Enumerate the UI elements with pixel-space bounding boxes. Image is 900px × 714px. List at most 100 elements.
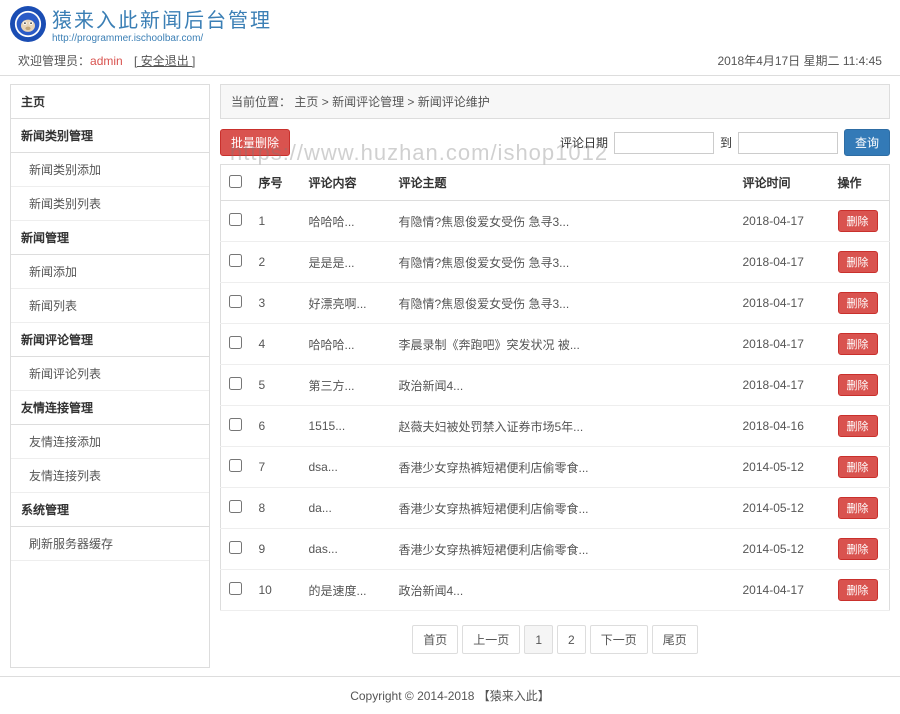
content: 当前位置： 主页 > 新闻评论管理 > 新闻评论维护 批量删除 评论日期 到 查… [220,84,890,668]
row-checkbox[interactable] [229,418,242,431]
cell-time: 2014-05-12 [735,447,830,488]
sidebar-group-title[interactable]: 主页 [11,85,209,119]
logout-link[interactable]: [ 安全退出 ] [134,54,195,68]
table-row: 5第三方...政治新闻4...2018-04-17 删除 [221,365,890,406]
cell-content: 第三方... [301,365,391,406]
cell-content: 哈哈哈... [301,324,391,365]
cell-topic: 香港少女穿热裤短裙便利店偷零食... [391,447,735,488]
cell-topic: 赵薇夫妇被处罚禁入证券市场5年... [391,406,735,447]
sidebar-item[interactable]: 新闻评论列表 [11,357,209,391]
breadcrumb-link[interactable]: 主页 [294,95,318,109]
cell-content: da... [301,488,391,529]
cell-topic: 政治新闻4... [391,570,735,611]
sidebar-item[interactable]: 刷新服务器缓存 [11,527,209,561]
row-checkbox[interactable] [229,500,242,513]
cell-time: 2018-04-17 [735,283,830,324]
sidebar-item[interactable]: 友情连接列表 [11,459,209,493]
delete-button[interactable]: 删除 [838,251,878,273]
sidebar-group-title[interactable]: 系统管理 [11,493,209,527]
cell-seq: 2 [251,242,301,283]
footer: Copyright © 2014-2018 【猿来入此】 [0,676,900,714]
th-content: 评论内容 [301,165,391,201]
delete-button[interactable]: 删除 [838,374,878,396]
sidebar-item[interactable]: 友情连接添加 [11,425,209,459]
logo-icon [10,6,46,42]
sidebar-group-title[interactable]: 新闻类别管理 [11,119,209,153]
cell-content: dsa... [301,447,391,488]
sidebar-item[interactable]: 新闻添加 [11,255,209,289]
cell-seq: 8 [251,488,301,529]
page-next[interactable]: 下一页 [590,625,648,654]
sidebar-group-title[interactable]: 新闻管理 [11,221,209,255]
table-row: 2是是是...有隐情?焦恩俊爱女受伤 急寻3...2018-04-17 删除 [221,242,890,283]
cell-time: 2018-04-16 [735,406,830,447]
cell-time: 2018-04-17 [735,365,830,406]
table-row: 8da...香港少女穿热裤短裙便利店偷零食...2014-05-12 删除 [221,488,890,529]
cell-content: 哈哈哈... [301,201,391,242]
page-prev[interactable]: 上一页 [462,625,520,654]
delete-button[interactable]: 删除 [838,579,878,601]
row-checkbox[interactable] [229,541,242,554]
cell-content: 是是是... [301,242,391,283]
row-checkbox[interactable] [229,213,242,226]
th-op: 操作 [830,165,890,201]
batch-delete-button[interactable]: 批量删除 [220,129,290,156]
page-first[interactable]: 首页 [412,625,458,654]
delete-button[interactable]: 删除 [838,538,878,560]
cell-topic: 政治新闻4... [391,365,735,406]
admin-name: admin [90,54,123,68]
cell-topic: 香港少女穿热裤短裙便利店偷零食... [391,488,735,529]
sidebar-item[interactable]: 新闻类别添加 [11,153,209,187]
cell-time: 2014-05-12 [735,488,830,529]
sidebar: 主页新闻类别管理新闻类别添加新闻类别列表新闻管理新闻添加新闻列表新闻评论管理新闻… [10,84,210,668]
sidebar-group-title[interactable]: 新闻评论管理 [11,323,209,357]
cell-time: 2018-04-17 [735,242,830,283]
date-filter: 评论日期 到 查询 [560,129,890,156]
toolbar: 批量删除 评论日期 到 查询 [220,129,890,156]
breadcrumb-link[interactable]: 新闻评论管理 [332,95,404,109]
row-checkbox[interactable] [229,582,242,595]
delete-button[interactable]: 删除 [838,456,878,478]
th-time: 评论时间 [735,165,830,201]
header: 猿来入此新闻后台管理 http://programmer.ischoolbar.… [0,0,900,48]
delete-button[interactable]: 删除 [838,415,878,437]
cell-content: 的是速度... [301,570,391,611]
delete-button[interactable]: 删除 [838,333,878,355]
cell-seq: 10 [251,570,301,611]
th-topic: 评论主题 [391,165,735,201]
select-all-checkbox[interactable] [229,175,242,188]
sidebar-item[interactable]: 新闻类别列表 [11,187,209,221]
page-1[interactable]: 1 [524,625,553,654]
breadcrumb-link[interactable]: 新闻评论维护 [418,95,490,109]
datetime: 2018年4月17日 星期二 11:4:45 [717,52,882,69]
table-row: 4哈哈哈...李晨录制《奔跑吧》突发状况 被...2018-04-17删除 [221,324,890,365]
cell-seq: 7 [251,447,301,488]
row-checkbox[interactable] [229,254,242,267]
table-row: 3好漂亮啊...有隐情?焦恩俊爱女受伤 急寻3...2018-04-17删除 [221,283,890,324]
row-checkbox[interactable] [229,295,242,308]
pagination: 首页 上一页 1 2 下一页 尾页 [220,625,890,654]
sidebar-group-title[interactable]: 友情连接管理 [11,391,209,425]
cell-seq: 5 [251,365,301,406]
table-row: 61515...赵薇夫妇被处罚禁入证券市场5年...2018-04-16删除 [221,406,890,447]
delete-button[interactable]: 删除 [838,292,878,314]
row-checkbox[interactable] [229,377,242,390]
page-2[interactable]: 2 [557,625,586,654]
comments-table: 序号 评论内容 评论主题 评论时间 操作 1哈哈哈...有隐情?焦恩俊爱女受伤 … [220,164,890,611]
row-checkbox[interactable] [229,459,242,472]
date-to-input[interactable] [738,132,838,154]
site-url: http://programmer.ischoolbar.com/ [52,33,272,44]
cell-topic: 有隐情?焦恩俊爱女受伤 急寻3... [391,283,735,324]
th-seq: 序号 [251,165,301,201]
page-last[interactable]: 尾页 [652,625,698,654]
cell-topic: 有隐情?焦恩俊爱女受伤 急寻3... [391,242,735,283]
delete-button[interactable]: 删除 [838,210,878,232]
sidebar-item[interactable]: 新闻列表 [11,289,209,323]
welcome-text: 欢迎管理员：admin [ 安全退出 ] [18,52,195,69]
row-checkbox[interactable] [229,336,242,349]
delete-button[interactable]: 删除 [838,497,878,519]
cell-topic: 李晨录制《奔跑吧》突发状况 被... [391,324,735,365]
search-button[interactable]: 查询 [844,129,890,156]
cell-time: 2018-04-17 [735,201,830,242]
date-from-input[interactable] [614,132,714,154]
